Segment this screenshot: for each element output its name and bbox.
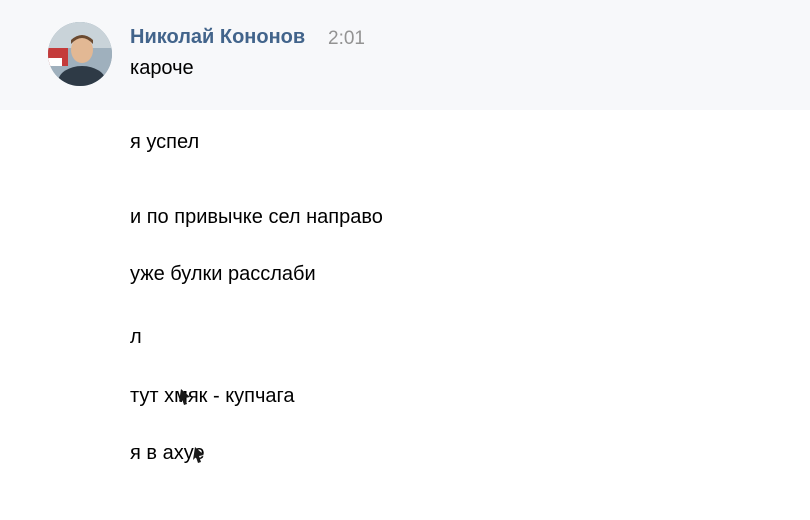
message-line: тут хмяк - купчага — [130, 385, 295, 407]
message-line: кароче — [130, 57, 194, 79]
message-line: л — [130, 326, 142, 348]
message-time[interactable]: 2:01 — [328, 28, 365, 50]
avatar[interactable] — [48, 22, 112, 86]
avatar-photo-icon — [48, 22, 112, 86]
message-line: и по привычке сел направо — [130, 206, 383, 228]
chat-history: Николай Кононов 2:01 кароче я успел и по… — [0, 0, 810, 520]
message-line: я успел — [130, 131, 200, 153]
message-line: уже булки расслаби — [130, 263, 316, 285]
cursor-artifact-icon — [179, 389, 190, 405]
message-author[interactable]: Николай Кононов — [130, 26, 305, 49]
cursor-artifact-icon — [193, 447, 204, 463]
